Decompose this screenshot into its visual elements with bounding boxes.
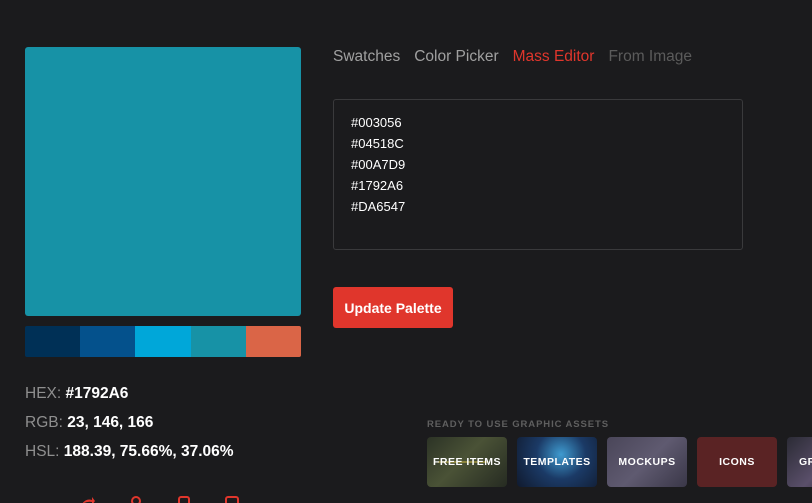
rgb-value: 23, 146, 166 bbox=[67, 414, 154, 431]
palette-editor-page: HEX: #1792A6 RGB: 23, 146, 166 HSL: 188.… bbox=[0, 0, 812, 503]
save-icon[interactable] bbox=[224, 495, 240, 503]
update-palette-button[interactable]: Update Palette bbox=[333, 287, 453, 328]
palette-strip bbox=[25, 326, 301, 357]
color-preview bbox=[25, 47, 301, 316]
asset-label: TEMPLATES bbox=[523, 456, 591, 468]
mass-editor-textarea[interactable]: #003056 #04518C #00A7D9 #1792A6 #DA6547 bbox=[333, 99, 743, 250]
hsl-info: HSL: 188.39, 75.66%, 37.06% bbox=[25, 443, 234, 461]
copy-icon[interactable] bbox=[176, 495, 192, 503]
palette-swatch-5[interactable] bbox=[245, 326, 301, 357]
tab-color-picker[interactable]: Color Picker bbox=[414, 47, 498, 67]
hsl-value: 188.39, 75.66%, 37.06% bbox=[63, 443, 234, 460]
tab-from-image[interactable]: From Image bbox=[608, 47, 692, 67]
asset-label: ICONS bbox=[719, 456, 755, 468]
asset-label: GR bbox=[799, 456, 812, 468]
asset-label: MOCKUPS bbox=[618, 456, 676, 468]
editor-tabs: Swatches Color Picker Mass Editor From I… bbox=[333, 47, 692, 67]
palette-swatch-1[interactable] bbox=[25, 326, 81, 357]
editor-line-3: #00A7D9 bbox=[351, 157, 406, 172]
assets-heading: READY TO USE GRAPHIC ASSETS bbox=[427, 419, 609, 430]
hex-info: HEX: #1792A6 bbox=[25, 385, 128, 403]
palette-swatch-2[interactable] bbox=[80, 326, 136, 357]
asset-card-mockups[interactable]: MOCKUPS bbox=[607, 437, 687, 487]
hsl-label: HSL: bbox=[25, 443, 60, 460]
asset-label: FREE ITEMS bbox=[432, 456, 501, 468]
share-icon[interactable] bbox=[80, 495, 96, 503]
editor-line-5: #DA6547 bbox=[351, 199, 406, 214]
editor-line-4: #1792A6 bbox=[351, 178, 404, 193]
asset-card-free-items[interactable]: FREE ITEMS bbox=[427, 437, 507, 487]
asset-card-templates[interactable]: TEMPLATES bbox=[517, 437, 597, 487]
editor-line-2: #04518C bbox=[351, 136, 404, 151]
asset-card-graphics[interactable]: GR bbox=[787, 437, 812, 487]
editor-line-1: #003056 bbox=[351, 115, 402, 130]
hex-label: HEX: bbox=[25, 385, 62, 402]
tab-swatches[interactable]: Swatches bbox=[333, 47, 400, 67]
asset-card-icons[interactable]: ICONS bbox=[697, 437, 777, 487]
tab-mass-editor[interactable]: Mass Editor bbox=[513, 47, 595, 67]
palette-swatch-3[interactable] bbox=[135, 326, 191, 357]
hex-value: #1792A6 bbox=[65, 385, 129, 402]
rgb-label: RGB: bbox=[25, 414, 63, 431]
pin-icon[interactable] bbox=[128, 495, 144, 503]
palette-actions bbox=[80, 495, 240, 503]
palette-swatch-4[interactable] bbox=[190, 326, 246, 357]
rgb-info: RGB: 23, 146, 166 bbox=[25, 414, 153, 432]
